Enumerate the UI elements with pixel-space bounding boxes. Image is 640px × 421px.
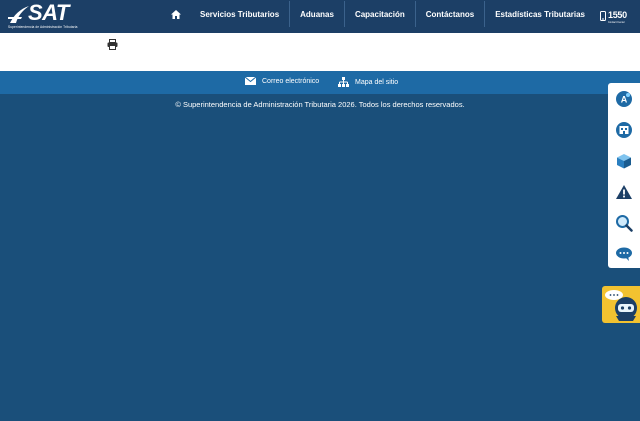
top-navigation-bar: SAT Superintendencia de Administración T… xyxy=(0,0,640,33)
nav-capacitacion[interactable]: Capacitación xyxy=(345,1,416,27)
cube-icon[interactable] xyxy=(615,152,633,170)
content-area xyxy=(0,33,640,71)
copyright-text: © Superintendencia de Administración Tri… xyxy=(175,100,465,109)
email-link-label: Correo electrónico xyxy=(262,77,320,85)
agency-icon[interactable] xyxy=(615,121,633,139)
home-icon xyxy=(171,9,181,19)
sitemap-link[interactable]: Mapa del sitio xyxy=(338,77,398,87)
print-icon[interactable] xyxy=(107,39,118,50)
nav-aduanas[interactable]: Aduanas xyxy=(290,1,345,27)
mail-icon xyxy=(245,77,256,85)
logo-wordmark: SAT xyxy=(28,0,69,25)
sat-logo[interactable]: SAT Superintendencia de Administración T… xyxy=(8,0,94,31)
logo-subtitle: Superintendencia de Administración Tribu… xyxy=(8,25,78,29)
contact-center-subtitle: Contact Center xyxy=(608,21,625,24)
search-icon[interactable] xyxy=(615,214,633,232)
nav-contactanos[interactable]: Contáctanos xyxy=(416,1,486,27)
footer-links-bar: Correo electrónico Mapa del sitio xyxy=(0,71,640,94)
nav-servicios-tributarios[interactable]: Servicios Tributarios xyxy=(190,1,291,27)
accessibility-icon[interactable]: A xyxy=(615,90,633,108)
sitemap-link-label: Mapa del sitio xyxy=(355,78,399,86)
logo-swoosh-icon xyxy=(8,6,29,23)
warning-icon[interactable] xyxy=(615,183,633,201)
nav-estadisticas-tributarias[interactable]: Estadísticas Tributarias xyxy=(485,1,595,27)
main-nav: Servicios Tributarios Aduanas Capacitaci… xyxy=(162,0,595,33)
sitemap-icon xyxy=(338,77,349,87)
email-link[interactable]: Correo electrónico xyxy=(245,77,319,85)
contact-center-number: 1550 xyxy=(608,10,627,20)
chat-assistant-icon xyxy=(605,290,637,321)
contact-center-link[interactable]: 1550 Contact Center xyxy=(600,10,627,24)
chat-bubbles-icon[interactable] xyxy=(615,245,633,263)
quick-access-panel: A xyxy=(608,83,640,268)
chat-assistant-button[interactable] xyxy=(602,286,640,323)
phone-icon xyxy=(600,11,606,21)
home-button[interactable] xyxy=(162,1,190,27)
